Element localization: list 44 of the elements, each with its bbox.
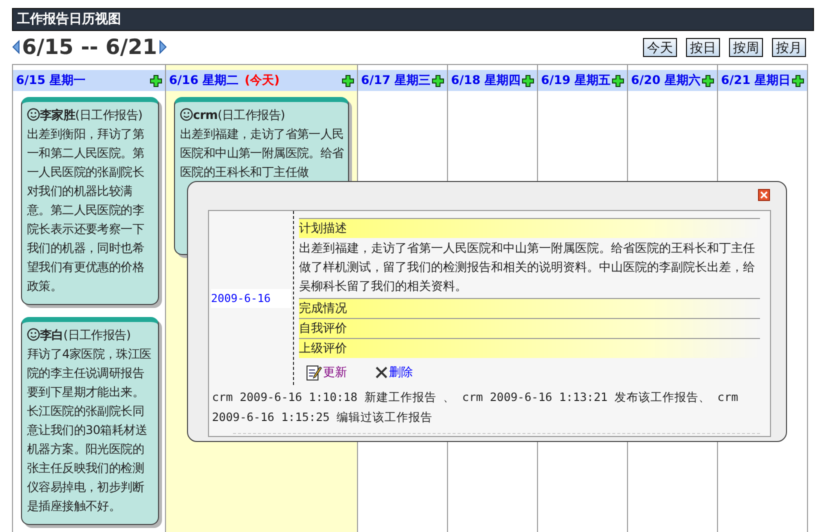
close-icon[interactable] (758, 189, 770, 201)
add-icon[interactable] (612, 74, 624, 86)
date-range: 6/15 -- 6/21 (22, 35, 158, 59)
day-date[interactable]: 6/15 星期一 (16, 72, 86, 89)
view-button[interactable]: 按月 (772, 38, 806, 56)
delete-icon (375, 366, 388, 379)
edit-icon (306, 364, 322, 381)
report-author: 李家胜 (40, 108, 76, 122)
report-type: (日工作报告) (75, 108, 142, 122)
day-date[interactable]: 6/21 星期日 (721, 72, 791, 89)
day-date[interactable]: 6/19 星期五 (541, 72, 611, 89)
edit-link[interactable]: 更新 (306, 364, 347, 381)
report-type: (日工作报告) (63, 328, 131, 342)
prev-arrow-icon[interactable] (12, 40, 20, 54)
day-date[interactable]: 6/20 星期六 (631, 72, 701, 89)
day-date[interactable]: 6/17 星期三 (361, 72, 431, 89)
smiley-icon (180, 108, 193, 121)
report-text: 出差到衡阳，拜访了第一和第二人民医院。第一人民医院的张副院长对我们的机器比较满意。第二人民医院的李院长表示还要考察一下我们的机器，同时也希望我们有更优惠的价格政策。 (27, 126, 146, 295)
report-author: crm (193, 108, 218, 122)
page-title: 工作报告日历视图 (12, 8, 814, 31)
view-button[interactable]: 按周 (729, 38, 763, 56)
today-label: (今天) (244, 72, 280, 89)
add-icon[interactable] (792, 74, 804, 86)
report-type: (日工作报告) (218, 108, 285, 122)
view-button[interactable]: 按日 (686, 38, 720, 56)
report-text: 出差到福建，走访了省第一人民医院和中山第一附属医院。给省医院的王科长和丁主任做 (180, 126, 345, 181)
add-icon[interactable] (702, 74, 714, 86)
add-icon[interactable] (150, 74, 162, 86)
day-date[interactable]: 6/18 星期四 (451, 72, 521, 89)
report-card[interactable]: 李白(日工作报告) 拜访了4家医院，珠江医院的李主任说调研报告要到下星期才能出来。长江医院的张副院长同意让我们的30箱耗材送机器方案。阳光医院的张主任反映我们的检测仪容易掉电，初步判断是插座接触不好。 (21, 317, 159, 525)
report-date: 2009-6-16 (211, 288, 291, 308)
smiley-icon (27, 328, 40, 341)
report-author: 李白 (40, 328, 64, 342)
smiley-icon (27, 108, 40, 121)
view-button[interactable]: 今天 (643, 38, 677, 56)
report-text: 拜访了4家医院，珠江医院的李主任说调研报告要到下星期才能出来。长江医院的张副院长同意让我们的30箱耗材送机器方案。阳光医院的张主任反映我们的检测仪容易掉电，初步判断是插座接触不好。 (27, 346, 152, 515)
add-icon[interactable] (432, 74, 444, 86)
next-arrow-icon[interactable] (159, 40, 168, 54)
history-log: crm 2009-6-16 1:10:18 新建工作报告 、 crm 2009-6-16 1:13:21 发布该工作报告、 crm 2009-6-16 1:15:25 编辑过该工作报告 (211, 389, 740, 426)
day-date[interactable]: 6/16 星期二 (169, 72, 239, 89)
delete-link[interactable]: 删除 (375, 364, 413, 381)
add-icon[interactable] (342, 74, 354, 86)
add-icon[interactable] (522, 74, 534, 86)
report-card[interactable]: 李家胜(日工作报告) 出差到衡阳，拜访了第一和第二人民医院。第一人民医院的张副院长对我们的机器比较满意。第二人民医院的李院长表示还要考察一下我们的机器，同时也希望我们有更优惠的价格政策。 (21, 97, 159, 305)
